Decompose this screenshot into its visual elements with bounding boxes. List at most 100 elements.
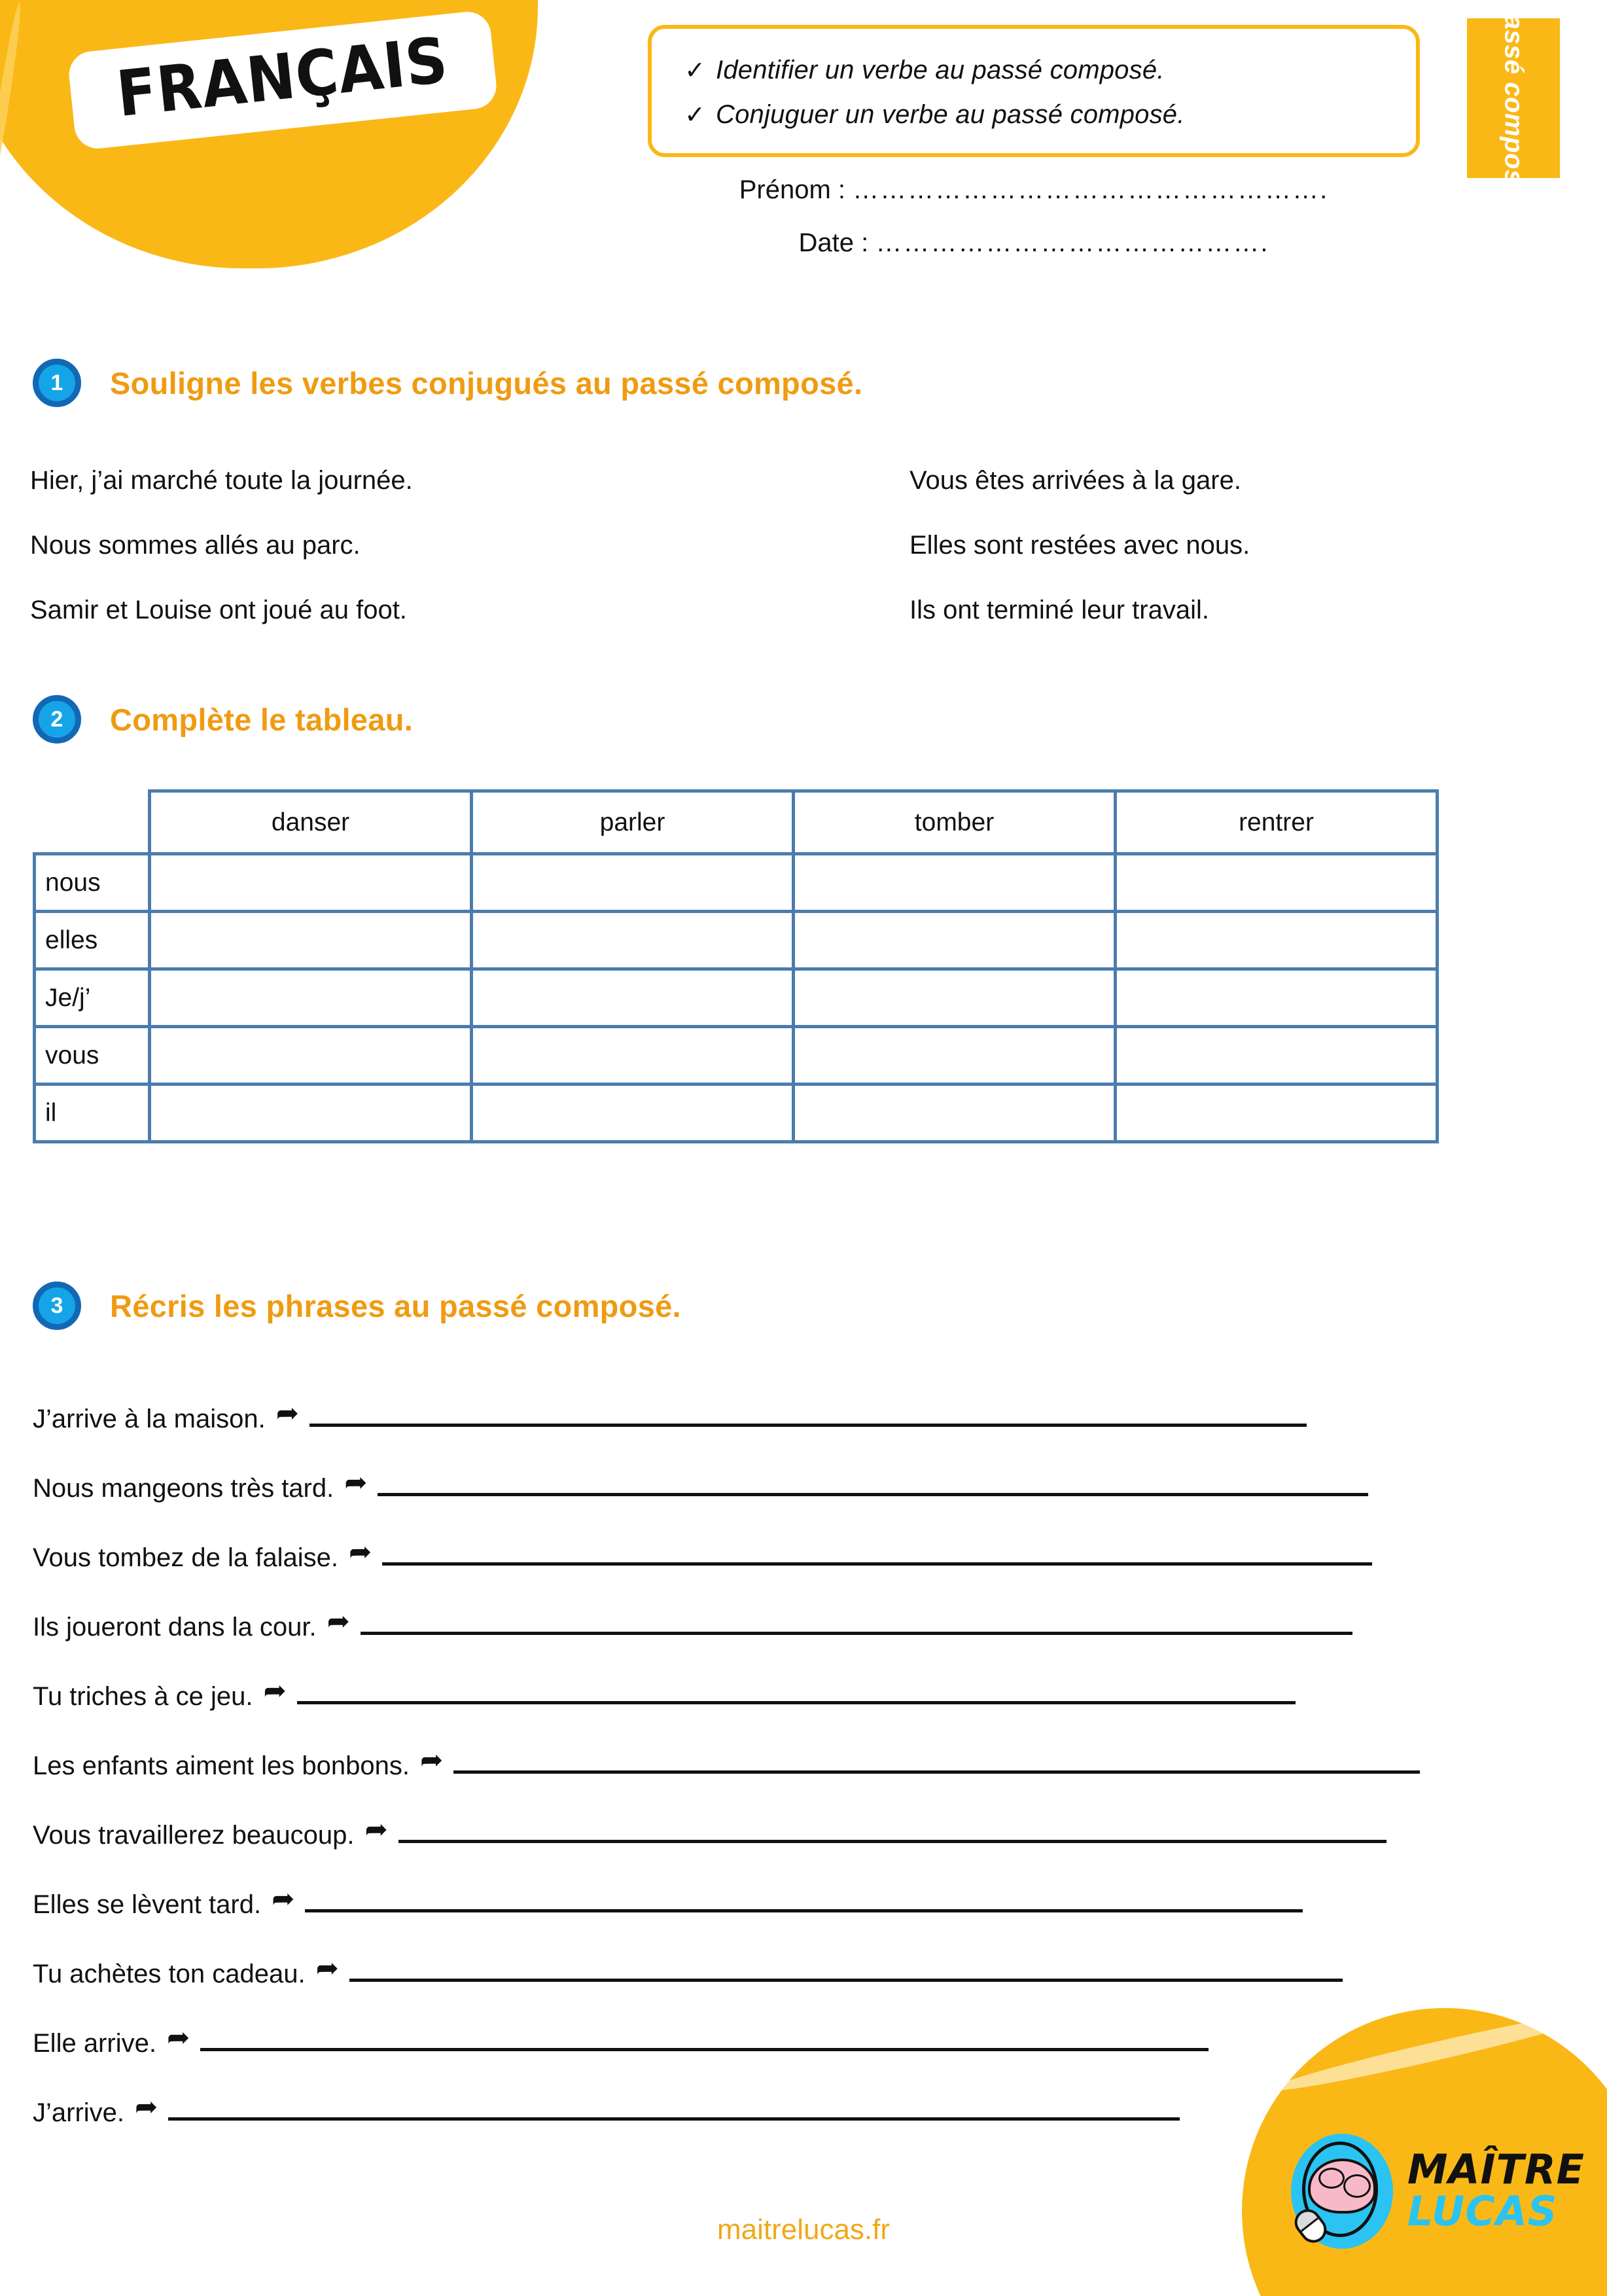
exercise-3-sentence: Vous tombez de la falaise. (33, 1543, 338, 1572)
table-row: nous (33, 852, 1439, 913)
list-item: J’arrive à la maison. ➦ (33, 1389, 1420, 1432)
table-row-label: nous (33, 852, 151, 913)
table-answer-cell[interactable] (792, 1025, 1117, 1086)
logo-secondary-text: LUCAS (1407, 2187, 1558, 2236)
table-column-header: parler (470, 789, 795, 855)
table-answer-cell[interactable] (470, 910, 795, 971)
table-answer-cell[interactable] (1114, 1083, 1439, 1143)
arrow-icon: ➦ (315, 1952, 339, 1983)
list-item: J’arrive. ➦ (33, 2083, 1420, 2126)
exercise-1-sentence[interactable]: Nous sommes allés au parc. (30, 531, 413, 560)
answer-line[interactable] (296, 1701, 1296, 1704)
name-label: Prénom : (739, 175, 846, 204)
date-field-row[interactable]: Date : ……………………………………. (648, 228, 1420, 258)
table-answer-cell[interactable] (148, 1025, 473, 1086)
table-answer-cell[interactable] (470, 1025, 795, 1086)
table-answer-cell[interactable] (1114, 852, 1439, 913)
exercise-3-sentence: Ils joueront dans la cour. (33, 1613, 317, 1641)
table-row: vous (33, 1025, 1439, 1086)
table-answer-cell[interactable] (148, 852, 473, 913)
date-input-dots[interactable]: ……………………………………. (875, 228, 1269, 257)
table-answer-cell[interactable] (1114, 967, 1439, 1028)
exercise-1-sentence[interactable]: Samir et Louise ont joué au foot. (30, 596, 413, 624)
list-item: Les enfants aiment les bonbons. ➦ (33, 1736, 1420, 1779)
answer-line[interactable] (360, 1632, 1353, 1635)
answer-line[interactable] (168, 2117, 1180, 2121)
answer-line[interactable] (378, 1493, 1369, 1496)
list-item: Ils joueront dans la cour. ➦ (33, 1597, 1420, 1640)
conjugation-table: danser parler tomber rentrer nous elles (33, 789, 1439, 1143)
objectives-box: ✓ Identifier un verbe au passé composé. … (648, 25, 1420, 157)
arrow-icon: ➦ (166, 2022, 190, 2053)
exercise-3-sentence: Nous mangeons très tard. (33, 1474, 334, 1503)
exercise-3-sentence: J’arrive à la maison. (33, 1405, 266, 1433)
arrow-icon: ➦ (272, 1883, 295, 1914)
answer-line[interactable] (200, 2048, 1209, 2051)
table-answer-cell[interactable] (792, 910, 1117, 971)
exercise-title: Complète le tableau. (110, 702, 414, 737)
exercise-1-heading: 1 Souligne les verbes conjugués au passé… (33, 359, 862, 407)
table-answer-cell[interactable] (470, 1083, 795, 1143)
exercise-3-list: J’arrive à la maison. ➦ Nous mangeons tr… (33, 1389, 1420, 2152)
exercise-1-sentence[interactable]: Hier, j’ai marché toute la journée. (30, 466, 413, 495)
arrow-icon: ➦ (364, 1814, 388, 1844)
table-answer-cell[interactable] (470, 967, 795, 1028)
name-field-row[interactable]: Prénom : ……………………………………………. (648, 175, 1420, 205)
name-input-dots[interactable]: ……………………………………………. (853, 175, 1328, 204)
check-icon: ✓ (684, 57, 705, 84)
table-row-label: vous (33, 1025, 151, 1086)
table-row-label: Je/j’ (33, 967, 151, 1028)
exercise-3-sentence: Vous travaillerez beaucoup. (33, 1821, 355, 1850)
list-item: Tu triches à ce jeu. ➦ (33, 1666, 1420, 1710)
list-item: Elles se lèvent tard. ➦ (33, 1874, 1420, 1918)
table-row: il (33, 1083, 1439, 1143)
table-header-row: danser parler tomber rentrer (34, 789, 1439, 855)
arrow-icon: ➦ (263, 1675, 287, 1706)
arrow-icon: ➦ (419, 1744, 444, 1775)
table-answer-cell[interactable] (1114, 1025, 1439, 1086)
exercise-1-left-column: Hier, j’ai marché toute la journée. Nous… (30, 466, 413, 624)
table-answer-cell[interactable] (1114, 910, 1439, 971)
answer-line[interactable] (398, 1840, 1387, 1843)
table-corner-cell (34, 791, 151, 855)
table-answer-cell[interactable] (148, 1083, 473, 1143)
table-answer-cell[interactable] (792, 1083, 1117, 1143)
exercise-1-sentence[interactable]: Elles sont restées avec nous. (909, 531, 1250, 560)
exercise-3-heading: 3 Récris les phrases au passé composé. (33, 1282, 681, 1330)
table-column-header: danser (148, 789, 473, 855)
answer-line[interactable] (305, 1909, 1303, 1912)
exercise-1-sentence[interactable]: Ils ont terminé leur travail. (909, 596, 1250, 624)
table-row: elles (33, 910, 1439, 971)
objective-item: ✓ Identifier un verbe au passé composé. (674, 55, 1394, 85)
worksheet-page: FRANÇAIS ✓ Identifier un verbe au passé … (0, 0, 1607, 2296)
brand-logo: MAÎTRE LUCAS (1289, 2134, 1585, 2249)
objective-text: Identifier un verbe au passé composé. (716, 56, 1165, 84)
table-row-label: il (33, 1083, 151, 1143)
answer-line[interactable] (309, 1424, 1307, 1427)
exercise-3-sentence: Les enfants aiment les bonbons. (33, 1751, 410, 1780)
arrow-icon: ➦ (348, 1536, 372, 1567)
answer-line[interactable] (453, 1770, 1420, 1774)
exercise-3-sentence: Tu achètes ton cadeau. (33, 1960, 306, 1988)
answer-line[interactable] (349, 1979, 1343, 1982)
table-answer-cell[interactable] (792, 967, 1117, 1028)
exercise-3-sentence: J’arrive. (33, 2098, 125, 2127)
table-answer-cell[interactable] (148, 967, 473, 1028)
check-icon: ✓ (684, 101, 705, 129)
list-item: Vous tombez de la falaise. ➦ (33, 1528, 1420, 1571)
arrow-icon: ➦ (344, 1467, 368, 1498)
exercise-1-sentence[interactable]: Vous êtes arrivées à la gare. (909, 466, 1250, 495)
theme-tab: Passé composé (1467, 0, 1560, 199)
table-row-label: elles (33, 910, 151, 971)
table-answer-cell[interactable] (470, 852, 795, 913)
table-column-header: rentrer (1114, 789, 1439, 855)
table-answer-cell[interactable] (148, 910, 473, 971)
table-row: Je/j’ (33, 967, 1439, 1028)
exercise-number-badge: 1 (33, 359, 81, 407)
brain-mouse-icon (1289, 2134, 1393, 2249)
objective-text: Conjuguer un verbe au passé composé. (716, 100, 1185, 129)
answer-line[interactable] (382, 1562, 1373, 1566)
exercise-title: Souligne les verbes conjugués au passé c… (110, 365, 863, 401)
table-answer-cell[interactable] (792, 852, 1117, 913)
identity-block: Prénom : ……………………………………………. Date : ……………… (648, 175, 1420, 281)
